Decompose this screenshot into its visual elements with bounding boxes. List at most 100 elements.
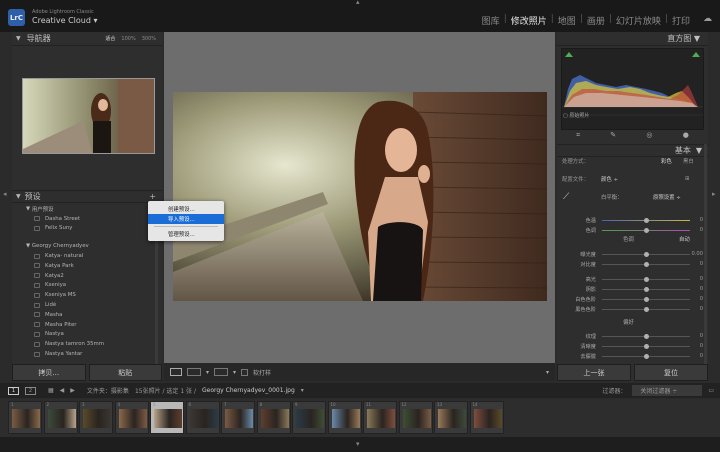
healing-icon[interactable]: ✎ — [610, 131, 616, 139]
previous-button[interactable]: 上一张 — [557, 364, 631, 381]
tint-knob[interactable] — [644, 228, 649, 233]
contrast-slider[interactable] — [602, 262, 690, 267]
blacks-value[interactable]: 0 — [700, 306, 703, 312]
module-develop[interactable]: 修改照片 — [511, 14, 547, 27]
blacks-slider[interactable] — [602, 307, 690, 312]
filmstrip-thumbnail[interactable]: 11 — [363, 401, 397, 434]
before-after-swap-button[interactable] — [214, 368, 229, 376]
shadows-knob[interactable] — [644, 287, 649, 292]
histogram-header[interactable]: 直方图 ▼ — [557, 32, 708, 46]
module-library[interactable]: 图库 — [482, 14, 500, 27]
preset-item[interactable]: Nastya tamron 35mm — [12, 339, 162, 349]
preset-item[interactable]: Katya Park — [12, 261, 162, 271]
filmstrip-thumbnail[interactable]: 14 — [469, 401, 504, 434]
preset-item[interactable]: Nastya Yantar — [12, 349, 162, 359]
texture-slider[interactable] — [602, 334, 690, 339]
profile-grid-icon[interactable]: ⊞ — [685, 176, 690, 182]
chevron-down-icon[interactable]: ▾ — [206, 369, 209, 376]
preset-item[interactable]: Masha Piter — [12, 320, 162, 330]
menu-manage-preset[interactable]: 管理预设... — [148, 229, 224, 239]
preset-group-user[interactable]: ▼ 用户预设 — [12, 204, 162, 214]
eyedropper-icon[interactable]: ⟋ — [563, 192, 569, 202]
back-arrow-icon[interactable]: ◀ — [60, 387, 65, 394]
filmstrip-thumbnail[interactable]: 8 — [256, 401, 291, 434]
zoom-300[interactable]: 300% — [142, 36, 156, 42]
grid-icon[interactable]: ▦ — [48, 387, 54, 394]
whites-slider[interactable] — [602, 297, 690, 302]
filter-toggle-icon[interactable]: ▭ — [708, 387, 714, 394]
redeye-icon[interactable]: ◎ — [646, 131, 652, 139]
filter-dropdown[interactable]: 关闭过滤器 ÷ — [632, 385, 703, 396]
preset-item[interactable]: Kseniya MS — [12, 290, 162, 300]
contrast-value[interactable]: 0 — [700, 261, 703, 267]
tint-value[interactable]: 0 — [700, 227, 703, 233]
presets-header[interactable]: ▼ 预设 + — [12, 190, 162, 203]
brand-identity[interactable]: Creative Cloud ▾ — [32, 16, 98, 25]
filmstrip-thumbnail[interactable]: 4 — [114, 401, 149, 434]
filmstrip-thumbnail[interactable]: 5 — [150, 401, 184, 434]
right-panel-toggle-icon[interactable]: ▸ — [712, 190, 716, 198]
exposure-value[interactable]: 0.00 — [691, 251, 703, 257]
zoom-100[interactable]: 100% — [121, 36, 135, 42]
highlights-slider[interactable] — [602, 277, 690, 282]
basic-header[interactable]: 基本 ▼ — [557, 144, 708, 157]
toolbar-menu-icon[interactable]: ▾ — [546, 369, 549, 376]
highlights-value[interactable]: 0 — [700, 276, 703, 282]
chevron-down-icon[interactable]: ▾ — [301, 387, 304, 394]
temp-value[interactable]: 0 — [700, 217, 703, 223]
module-book[interactable]: 画册 — [587, 14, 605, 27]
filmstrip-source[interactable]: 文件夹：摄影集 — [87, 386, 129, 395]
wb-dropdown[interactable]: 原照设置 ÷ — [653, 193, 681, 201]
loupe-view-button[interactable] — [170, 368, 182, 376]
filmstrip-thumbnail[interactable]: 9 — [292, 401, 326, 434]
main-photo[interactable] — [173, 92, 547, 301]
treatment-color[interactable]: 彩色 — [661, 157, 672, 165]
menu-create-preset[interactable]: 创建预设... — [148, 204, 224, 214]
clarity-value[interactable]: 0 — [700, 343, 703, 349]
before-after-button[interactable] — [187, 368, 201, 376]
highlights-knob[interactable] — [644, 277, 649, 282]
preset-item[interactable]: Katya2 — [12, 271, 162, 281]
filmstrip-thumbnail[interactable]: 10 — [327, 401, 362, 434]
module-map[interactable]: 地图 — [558, 14, 576, 27]
filmstrip-thumbnail[interactable]: 7 — [221, 401, 255, 434]
blacks-knob[interactable] — [644, 307, 649, 312]
crop-icon[interactable]: ⌗ — [576, 131, 580, 140]
preset-item[interactable]: Felix Suny — [12, 224, 162, 234]
module-slideshow[interactable]: 幻灯片放映 — [616, 14, 661, 27]
shadows-value[interactable]: 0 — [700, 286, 703, 292]
filmstrip-thumbnail[interactable]: 3 — [79, 401, 113, 434]
profile-dropdown[interactable]: 颜色 ÷ — [601, 175, 618, 183]
texture-knob[interactable] — [644, 334, 649, 339]
add-preset-icon[interactable]: + — [149, 192, 156, 201]
dehaze-knob[interactable] — [644, 354, 649, 359]
preset-item[interactable]: Katya- natural — [12, 251, 162, 261]
shadows-slider[interactable] — [602, 287, 690, 292]
filmstrip-thumbnail[interactable]: 2 — [43, 401, 78, 434]
tint-slider[interactable] — [602, 228, 690, 233]
filmstrip-filename[interactable]: Georgy Chernyadyev_0001.jpg — [202, 387, 295, 394]
top-panel-toggle-icon[interactable]: ▴ — [356, 0, 360, 6]
filmstrip-thumbnail[interactable]: 6 — [185, 401, 220, 434]
original-photo-toggle[interactable]: ▢ 原始照片 — [563, 112, 589, 119]
zoom-fit[interactable]: 适合 — [105, 35, 115, 42]
menu-import-preset[interactable]: 导入预设... — [148, 214, 224, 224]
navigator-header[interactable]: ▼ 导航器 适合 100% 300% — [12, 32, 162, 46]
clarity-knob[interactable] — [644, 344, 649, 349]
preset-item[interactable]: Kseniya — [12, 281, 162, 291]
reset-button[interactable]: 复位 — [634, 364, 708, 381]
page1-button[interactable]: 1 — [8, 386, 19, 395]
navigator-preview[interactable] — [22, 78, 155, 154]
preset-item[interactable]: Lidé — [12, 300, 162, 310]
dehaze-slider[interactable] — [602, 354, 690, 359]
paste-button[interactable]: 粘贴 — [88, 364, 162, 381]
cloud-icon[interactable]: ☁ — [703, 14, 712, 24]
whites-value[interactable]: 0 — [700, 296, 703, 302]
temp-knob[interactable] — [644, 218, 649, 223]
bottom-panel-toggle-icon[interactable]: ▾ — [356, 440, 360, 448]
softproof-checkbox[interactable] — [241, 368, 249, 376]
mask-icon[interactable]: ● — [683, 131, 689, 139]
clarity-slider[interactable] — [602, 344, 690, 349]
whites-knob[interactable] — [644, 297, 649, 302]
right-scrollbar[interactable] — [704, 144, 707, 364]
